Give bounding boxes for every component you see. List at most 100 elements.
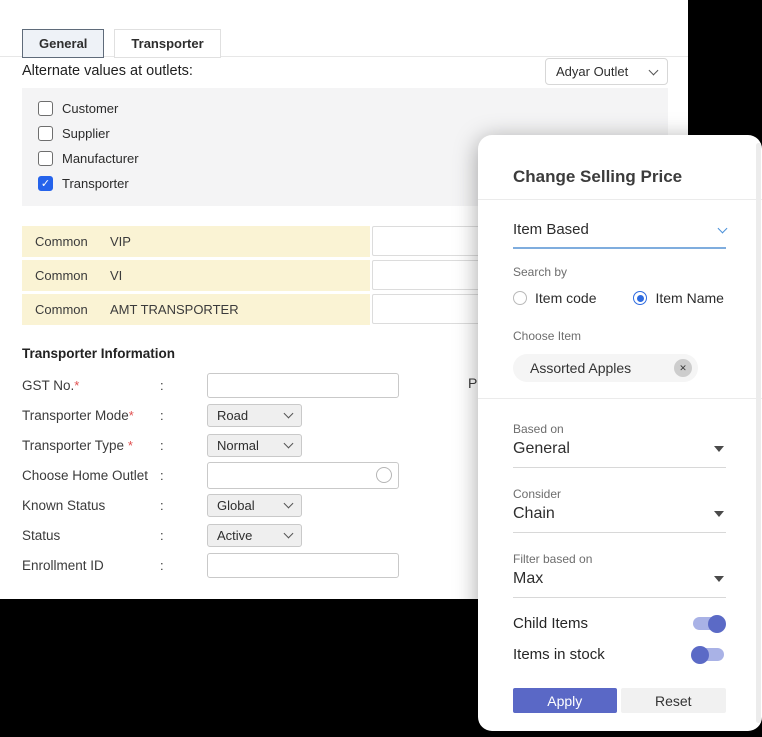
consider-select[interactable]: Chain <box>513 505 726 533</box>
colon: : <box>160 497 164 513</box>
items-in-stock-row: Items in stock <box>513 645 726 664</box>
modal-title: Change Selling Price <box>513 167 683 186</box>
select-value: Active <box>217 527 253 543</box>
transporter-form: GST No.* : Transporter Mode* : Road Tran… <box>22 370 399 580</box>
tab-transporter[interactable]: Transporter <box>114 29 221 58</box>
known-status-select[interactable]: Global <box>207 493 302 517</box>
scrollbar[interactable] <box>756 143 761 723</box>
checkbox-customer[interactable]: Customer <box>38 101 668 116</box>
change-selling-price-modal: Change Selling Price Item Based Search b… <box>478 135 762 731</box>
consider-label: Consider <box>513 487 562 501</box>
table-row: Common AMT TRANSPORTER <box>22 294 572 325</box>
chevron-down-icon <box>283 438 294 449</box>
chevron-down-icon <box>283 408 294 419</box>
remove-chip-button[interactable]: ✕ <box>674 359 692 377</box>
toggle-label: Items in stock <box>513 646 605 663</box>
mode-select[interactable]: Item Based <box>513 221 728 249</box>
field-label: Status <box>22 527 61 543</box>
caret-down-icon <box>714 446 724 452</box>
row-name: AMT TRANSPORTER <box>110 302 239 317</box>
checkbox-icon[interactable] <box>38 126 53 141</box>
checkbox-label: Customer <box>62 101 119 116</box>
select-value: Road <box>217 407 249 423</box>
mode-select-value: Item Based <box>513 221 589 238</box>
search-by-label: Search by <box>513 265 568 279</box>
row-scope: Common <box>35 302 88 317</box>
colon: : <box>160 527 164 543</box>
selected-item-chip: Assorted Apples ✕ <box>513 354 698 382</box>
clipped-field-label: P <box>468 375 478 391</box>
apply-button[interactable]: Apply <box>513 688 617 713</box>
radio-item-code[interactable]: Item code <box>513 290 596 306</box>
row-name: VI <box>110 268 123 283</box>
select-value: Max <box>513 570 544 587</box>
form-row-home-outlet: Choose Home Outlet : <box>22 460 399 490</box>
tab-general[interactable]: General <box>22 29 105 58</box>
toggle-knob <box>708 614 726 633</box>
gst-no-input[interactable] <box>207 372 399 398</box>
items-in-stock-toggle[interactable] <box>691 645 724 664</box>
checkbox-checked-icon[interactable]: ✓ <box>38 176 53 191</box>
radio-item-name[interactable]: Item Name <box>633 290 724 306</box>
field-label: Transporter Mode* <box>22 407 134 423</box>
checkbox-label: Supplier <box>62 126 110 141</box>
home-outlet-input-wrap <box>207 461 399 489</box>
circle-radio-icon[interactable] <box>376 466 392 483</box>
based-on-select[interactable]: General <box>513 440 726 468</box>
chip-label: Assorted Apples <box>530 360 632 376</box>
required-asterisk: * <box>128 407 134 423</box>
chevron-down-icon <box>648 65 659 75</box>
alternate-value-rows: Common VIP Common VI Common AMT TRANSPOR… <box>22 226 572 328</box>
table-row: Common VI <box>22 260 572 291</box>
row-scope: Common <box>35 268 88 283</box>
based-on-label: Based on <box>513 422 564 436</box>
checkbox-icon[interactable] <box>38 151 53 166</box>
child-items-toggle[interactable] <box>693 614 726 633</box>
search-by-radio-group: Item code Item Name <box>513 290 726 306</box>
form-row-gst: GST No.* : <box>22 370 399 400</box>
transporter-type-select[interactable]: Normal <box>207 433 302 457</box>
transporter-mode-select[interactable]: Road <box>207 403 302 427</box>
checkbox-label: Manufacturer <box>62 151 139 166</box>
form-row-transporter-type: Transporter Type * : Normal <box>22 430 399 460</box>
home-outlet-input[interactable] <box>207 461 399 489</box>
form-row-status: Status : Active <box>22 520 399 550</box>
radio-icon[interactable] <box>513 291 527 305</box>
colon: : <box>160 377 164 393</box>
child-items-row: Child Items <box>513 614 726 633</box>
radio-selected-icon[interactable] <box>633 291 648 305</box>
outlet-select[interactable]: Adyar Outlet <box>545 58 668 85</box>
reset-button[interactable]: Reset <box>620 688 726 713</box>
select-value: Normal <box>217 437 259 453</box>
status-select[interactable]: Active <box>207 523 302 547</box>
field-label: GST No.* <box>22 377 80 393</box>
chevron-down-icon <box>283 498 294 509</box>
field-label: Transporter Type * <box>22 437 133 453</box>
field-label: Enrollment ID <box>22 557 104 573</box>
alternate-values-label: Alternate values at outlets: <box>22 63 193 79</box>
toggle-knob <box>691 645 709 664</box>
table-row: Common VIP <box>22 226 572 257</box>
colon: : <box>160 467 164 483</box>
caret-down-icon <box>714 511 724 517</box>
chevron-down-icon <box>717 223 728 233</box>
colon: : <box>160 437 164 453</box>
divider <box>478 398 762 399</box>
toggle-label: Child Items <box>513 615 589 632</box>
filter-based-on-select[interactable]: Max <box>513 570 726 598</box>
radio-label: Item Name <box>655 290 724 306</box>
field-label: Choose Home Outlet <box>22 467 149 483</box>
filter-based-on-label: Filter based on <box>513 552 593 566</box>
choose-item-label: Choose Item <box>513 329 582 343</box>
modal-actions: Apply Reset <box>513 688 726 713</box>
select-value: Global <box>217 497 255 513</box>
outlet-select-value: Adyar Outlet <box>556 64 629 79</box>
select-value: Chain <box>513 505 555 522</box>
enrollment-id-input[interactable] <box>207 552 399 578</box>
checkbox-icon[interactable] <box>38 101 53 116</box>
row-name: VIP <box>110 234 131 249</box>
form-row-enrollment: Enrollment ID : <box>22 550 399 580</box>
colon: : <box>160 557 164 573</box>
colon: : <box>160 407 164 423</box>
chevron-down-icon <box>283 528 294 539</box>
